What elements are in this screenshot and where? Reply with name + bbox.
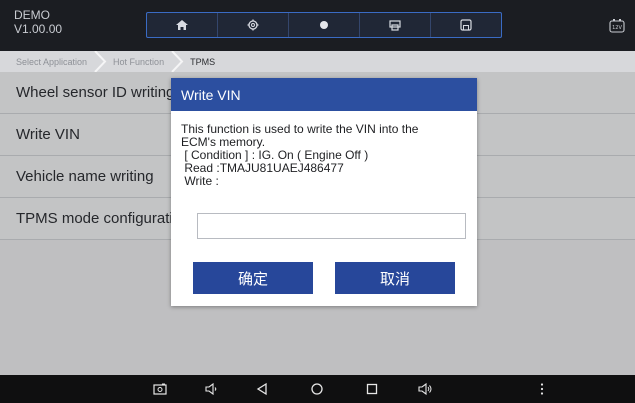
write-vin-dialog: Write VIN This function is used to write… <box>171 78 477 306</box>
vin-input[interactable] <box>197 213 466 239</box>
app-title: DEMO V1.00.00 <box>14 8 62 36</box>
recents-icon[interactable] <box>365 382 379 396</box>
print-icon <box>389 20 401 31</box>
cancel-button[interactable]: 取消 <box>335 262 455 294</box>
more-icon[interactable] <box>535 382 549 396</box>
back-icon[interactable] <box>255 382 269 396</box>
save-icon <box>460 19 472 31</box>
app-name: DEMO <box>14 8 50 22</box>
volume-down-icon[interactable] <box>205 382 219 396</box>
dialog-message: This function is used to write the VIN i… <box>171 111 477 188</box>
app-version: V1.00.00 <box>14 22 63 36</box>
home-button[interactable] <box>147 13 218 37</box>
toolbar <box>146 12 502 38</box>
breadcrumb-tpms: TPMS <box>190 56 216 67</box>
system-nav-bar <box>0 375 635 403</box>
battery-label: 12V <box>612 25 622 31</box>
record-icon <box>320 21 328 29</box>
volume-up-icon[interactable] <box>418 382 432 396</box>
breadcrumb-hot-function[interactable]: Hot Function <box>113 57 164 67</box>
record-button[interactable] <box>289 13 360 37</box>
battery-icon: 12V <box>609 19 625 33</box>
dialog-read-vin: Read :TMAJU81UAEJ486477 <box>181 161 344 175</box>
chevron-right-icon <box>94 51 107 72</box>
settings-button[interactable] <box>218 13 289 37</box>
settings-icon <box>247 19 259 31</box>
dialog-write-label: Write : <box>181 174 219 188</box>
home-circle-icon[interactable] <box>310 382 324 396</box>
print-button[interactable] <box>360 13 431 37</box>
save-button[interactable] <box>431 13 501 37</box>
chevron-right-icon <box>171 51 184 72</box>
screenshot-icon[interactable] <box>153 382 167 396</box>
dialog-title: Write VIN <box>171 78 477 111</box>
home-icon <box>176 20 188 30</box>
breadcrumb: Select Application Hot Function TPMS <box>0 51 635 72</box>
breadcrumb-select-application[interactable]: Select Application <box>16 57 87 67</box>
top-bar: DEMO V1.00.00 12V <box>0 0 635 51</box>
ok-button[interactable]: 确定 <box>193 262 313 294</box>
